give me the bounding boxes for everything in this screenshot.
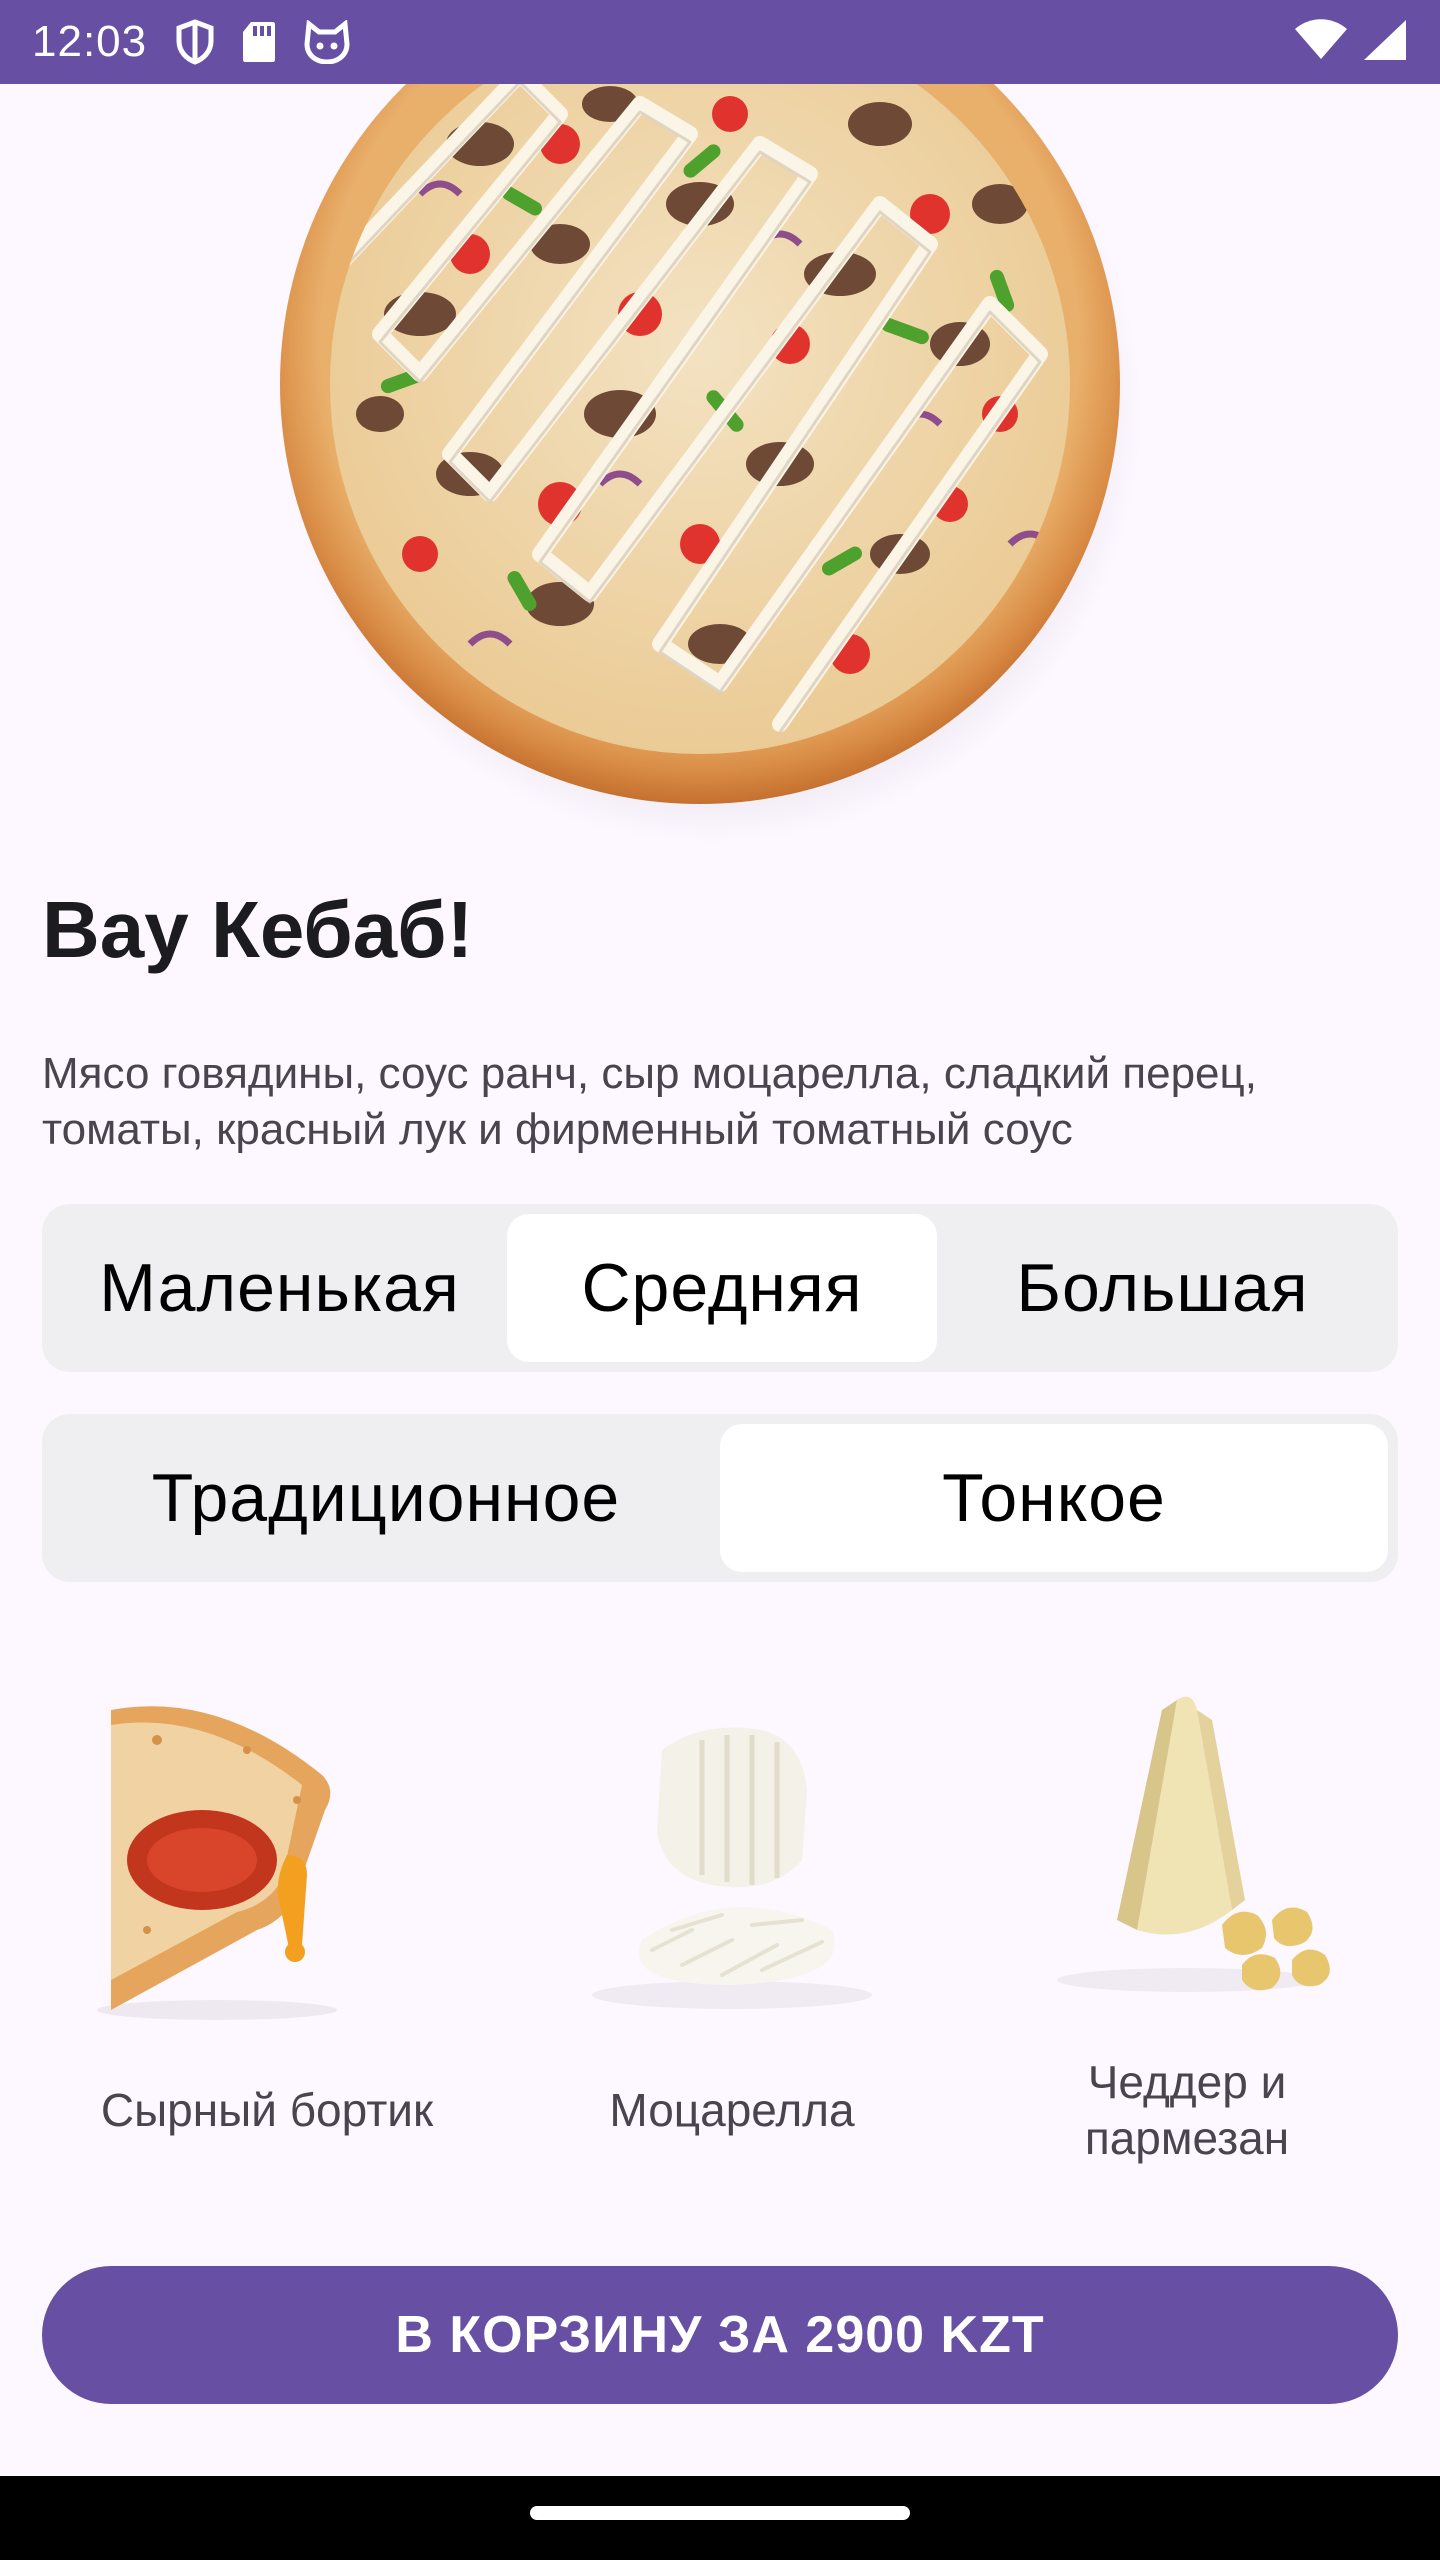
topping-item-cheddar-parmesan[interactable]: Чеддер и пармезан: [987, 1680, 1387, 2200]
mozzarella-image: [532, 1680, 932, 2020]
topping-label: Сырный бортик: [100, 2084, 434, 2136]
pizza-image: [0, 84, 1440, 844]
size-option-large[interactable]: Большая: [937, 1214, 1388, 1362]
home-gesture-handle[interactable]: [530, 2506, 910, 2520]
toppings-list: Сырный бортик Моцарелла Чеддер и пармеза…: [42, 1680, 1398, 2200]
topping-label: Чеддер и пармезан: [1084, 2056, 1290, 2164]
wifi-icon: [1294, 18, 1348, 66]
add-to-cart-button[interactable]: В КОРЗИНУ ЗА 2900 KZT: [42, 2266, 1398, 2404]
status-icons-right: [1294, 18, 1408, 67]
dough-selector: Традиционное Тонкое: [42, 1414, 1398, 1582]
cheese-crust-image: [67, 1680, 467, 2020]
dough-option-thin[interactable]: Тонкое: [720, 1424, 1388, 1572]
cheddar-parmesan-image: [987, 1680, 1387, 2020]
product-description: Мясо говядины, соус ранч, сыр моцарелла,…: [42, 1049, 1257, 1154]
product-title: Вау Кебаб!: [42, 885, 474, 974]
sd-card-icon: [241, 20, 277, 64]
status-bar: 12:03: [0, 0, 1440, 84]
topping-label: Моцарелла: [609, 2084, 855, 2136]
shield-icon: [175, 19, 215, 65]
status-time: 12:03: [32, 17, 148, 66]
topping-item-cheese-crust[interactable]: Сырный бортик: [67, 1680, 467, 2200]
status-icons-left: [175, 19, 351, 65]
size-selector: Маленькая Средняя Большая: [42, 1204, 1398, 1372]
dough-option-traditional[interactable]: Традиционное: [52, 1424, 720, 1572]
signal-icon: [1362, 18, 1408, 67]
size-option-medium[interactable]: Средняя: [507, 1214, 937, 1362]
cat-face-icon: [303, 20, 351, 64]
topping-item-mozzarella[interactable]: Моцарелла: [532, 1680, 932, 2200]
size-option-small[interactable]: Маленькая: [52, 1214, 507, 1362]
